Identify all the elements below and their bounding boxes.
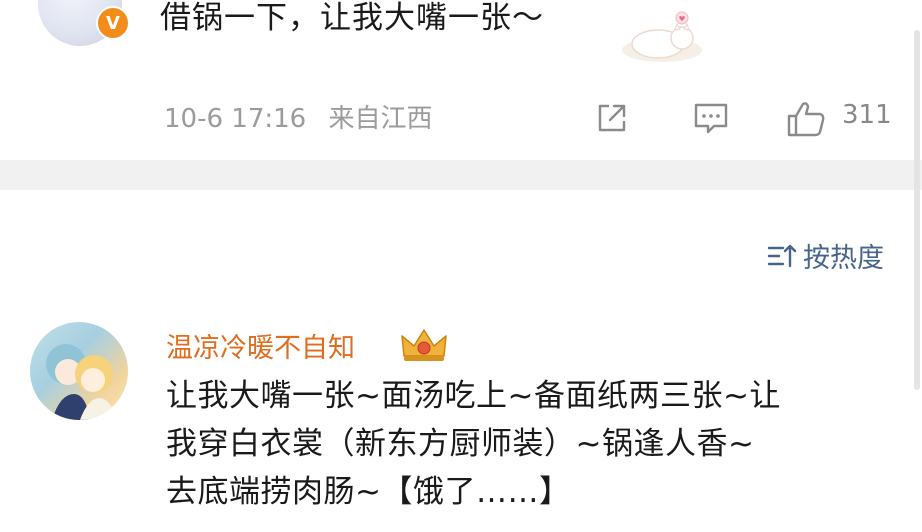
share-icon[interactable] <box>594 100 630 136</box>
comment-line: 让我大嘴一张~面汤吃上~备面纸两三张~让 <box>166 378 781 414</box>
comment-icon[interactable] <box>692 100 730 136</box>
crown-icon <box>401 329 447 361</box>
post-timestamp: 10-6 17:16 <box>164 104 307 134</box>
sort-icon <box>767 244 797 267</box>
comment-line: 去底端捞肉肠~【饿了……】 <box>166 474 571 510</box>
sort-toggle[interactable]: 按热度 <box>767 236 884 275</box>
post-text: 借锅一下，让我大嘴一张～ <box>160 0 544 36</box>
verified-badge-icon: V <box>96 6 130 40</box>
post-meta: 10-6 17:16 来自江西 <box>164 98 446 135</box>
like-icon[interactable] <box>786 100 828 138</box>
sticker-cat-image <box>622 11 702 62</box>
commenter-username[interactable]: 温凉冷暖不自知 <box>166 326 355 365</box>
post-location: 来自江西 <box>328 104 433 134</box>
comment-text: 让我大嘴一张~面汤吃上~备面纸两三张~让 我穿白衣裳（新东方厨师装）~锅逢人香~… <box>166 372 906 516</box>
comment-line: 我穿白衣裳（新东方厨师装）~锅逢人香~ <box>166 426 755 462</box>
commenter-avatar[interactable] <box>30 322 128 420</box>
sort-label: 按热度 <box>803 243 884 274</box>
scrollbar[interactable] <box>914 30 920 390</box>
section-separator <box>0 160 922 190</box>
post-card: V 借锅一下，让我大嘴一张～ 10-6 17:16 来自江西 311 <box>0 0 922 160</box>
like-count: 311 <box>842 100 892 130</box>
avatar-illustration-icon <box>46 344 116 420</box>
